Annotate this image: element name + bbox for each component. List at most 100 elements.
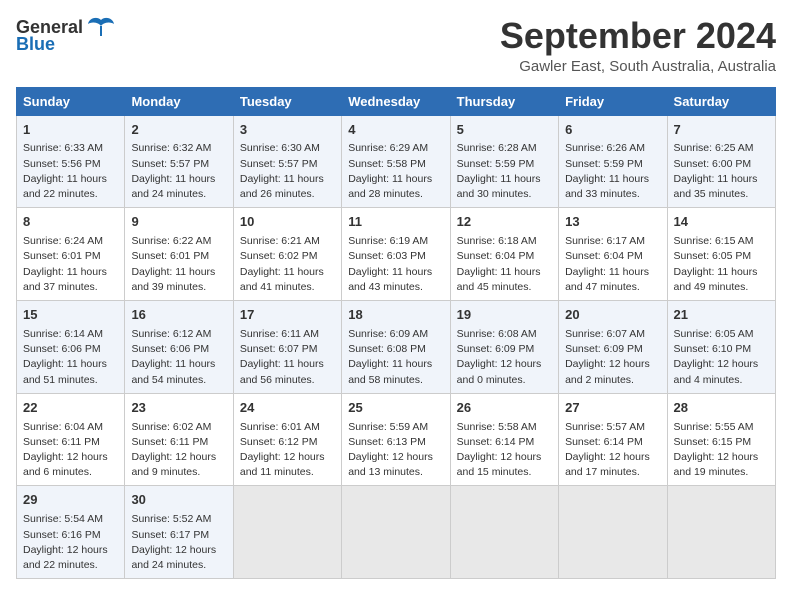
- sunset-text: Sunset: 6:03 PM: [348, 250, 426, 262]
- day-number: 12: [457, 213, 552, 232]
- calendar-cell: [559, 486, 667, 579]
- sunrise-text: Sunrise: 6:17 AM: [565, 235, 645, 247]
- sunset-text: Sunset: 6:09 PM: [457, 343, 535, 355]
- sunset-text: Sunset: 6:11 PM: [23, 436, 100, 448]
- day-number: 14: [674, 213, 769, 232]
- daylight-text: Daylight: 11 hours and 39 minutes.: [131, 266, 215, 293]
- sunset-text: Sunset: 6:08 PM: [348, 343, 426, 355]
- sunset-text: Sunset: 6:17 PM: [131, 529, 209, 541]
- day-number: 28: [674, 399, 769, 418]
- sunrise-text: Sunrise: 6:12 AM: [131, 328, 211, 340]
- daylight-text: Daylight: 11 hours and 41 minutes.: [240, 266, 324, 293]
- sunrise-text: Sunrise: 6:08 AM: [457, 328, 537, 340]
- daylight-text: Daylight: 12 hours and 24 minutes.: [131, 544, 216, 571]
- sunrise-text: Sunrise: 6:07 AM: [565, 328, 645, 340]
- col-header-sunday: Sunday: [17, 87, 125, 115]
- daylight-text: Daylight: 12 hours and 19 minutes.: [674, 451, 759, 478]
- sunrise-text: Sunrise: 5:52 AM: [131, 513, 211, 525]
- calendar-cell: 10Sunrise: 6:21 AMSunset: 6:02 PMDayligh…: [233, 208, 341, 301]
- logo-blue-text: Blue: [16, 34, 55, 55]
- sunrise-text: Sunrise: 6:22 AM: [131, 235, 211, 247]
- sunset-text: Sunset: 6:01 PM: [23, 250, 101, 262]
- day-number: 4: [348, 121, 443, 140]
- day-number: 6: [565, 121, 660, 140]
- calendar-subtitle: Gawler East, South Australia, Australia: [500, 58, 776, 75]
- sunrise-text: Sunrise: 6:30 AM: [240, 142, 320, 154]
- col-header-thursday: Thursday: [450, 87, 558, 115]
- daylight-text: Daylight: 11 hours and 30 minutes.: [457, 173, 541, 200]
- logo-bird-icon: [87, 16, 115, 38]
- sunrise-text: Sunrise: 6:26 AM: [565, 142, 645, 154]
- calendar-cell: 5Sunrise: 6:28 AMSunset: 5:59 PMDaylight…: [450, 115, 558, 208]
- calendar-cell: [450, 486, 558, 579]
- calendar-cell: [233, 486, 341, 579]
- sunset-text: Sunset: 6:01 PM: [131, 250, 209, 262]
- calendar-week-row: 8Sunrise: 6:24 AMSunset: 6:01 PMDaylight…: [17, 208, 776, 301]
- calendar-week-row: 1Sunrise: 6:33 AMSunset: 5:56 PMDaylight…: [17, 115, 776, 208]
- day-number: 7: [674, 121, 769, 140]
- calendar-cell: 1Sunrise: 6:33 AMSunset: 5:56 PMDaylight…: [17, 115, 125, 208]
- sunset-text: Sunset: 6:10 PM: [674, 343, 752, 355]
- day-number: 10: [240, 213, 335, 232]
- calendar-cell: 30 Sunrise: 5:52 AM Sunset: 6:17 PM Dayligh…: [125, 486, 233, 579]
- daylight-text: Daylight: 12 hours and 9 minutes.: [131, 451, 216, 478]
- calendar-cell: 6Sunrise: 6:26 AMSunset: 5:59 PMDaylight…: [559, 115, 667, 208]
- calendar-cell: 25Sunrise: 5:59 AMSunset: 6:13 PMDayligh…: [342, 393, 450, 486]
- sunrise-text: Sunrise: 5:58 AM: [457, 421, 537, 433]
- sunrise-text: Sunrise: 6:28 AM: [457, 142, 537, 154]
- day-number: 19: [457, 306, 552, 325]
- col-header-tuesday: Tuesday: [233, 87, 341, 115]
- day-number: 23: [131, 399, 226, 418]
- calendar-cell: 19Sunrise: 6:08 AMSunset: 6:09 PMDayligh…: [450, 301, 558, 394]
- day-number: 30: [131, 491, 226, 510]
- sunset-text: Sunset: 6:00 PM: [674, 158, 752, 170]
- calendar-cell: [342, 486, 450, 579]
- calendar-cell: 12 Sunrise: 6:18 AM Sunset: 6:04 PM Dayligh…: [450, 208, 558, 301]
- day-number: 25: [348, 399, 443, 418]
- day-number: 22: [23, 399, 118, 418]
- sunrise-text: Sunrise: 5:59 AM: [348, 421, 428, 433]
- day-number: 9: [131, 213, 226, 232]
- calendar-cell: 4Sunrise: 6:29 AMSunset: 5:58 PMDaylight…: [342, 115, 450, 208]
- calendar-cell: 22 Sunrise: 6:04 AM Sunset: 6:11 PM Dayligh…: [17, 393, 125, 486]
- daylight-text: Daylight: 12 hours and 15 minutes.: [457, 451, 542, 478]
- calendar-cell: 27Sunrise: 5:57 AMSunset: 6:14 PMDayligh…: [559, 393, 667, 486]
- daylight-text: Daylight: 12 hours and 17 minutes.: [565, 451, 650, 478]
- sunset-text: Sunset: 5:56 PM: [23, 158, 101, 170]
- calendar-cell: 17Sunrise: 6:11 AMSunset: 6:07 PMDayligh…: [233, 301, 341, 394]
- daylight-text: Daylight: 12 hours and 6 minutes.: [23, 451, 108, 478]
- sunrise-text: Sunrise: 6:19 AM: [348, 235, 428, 247]
- day-number: 3: [240, 121, 335, 140]
- calendar-cell: 11Sunrise: 6:19 AMSunset: 6:03 PMDayligh…: [342, 208, 450, 301]
- sunset-text: Sunset: 6:09 PM: [565, 343, 643, 355]
- calendar-cell: 20Sunrise: 6:07 AMSunset: 6:09 PMDayligh…: [559, 301, 667, 394]
- sunset-text: Sunset: 6:06 PM: [131, 343, 209, 355]
- calendar-week-row: 22 Sunrise: 6:04 AM Sunset: 6:11 PM Dayligh…: [17, 393, 776, 486]
- sunrise-text: Sunrise: 6:04 AM: [23, 421, 103, 433]
- day-number: 21: [674, 306, 769, 325]
- day-number: 20: [565, 306, 660, 325]
- daylight-text: Daylight: 11 hours and 24 minutes.: [131, 173, 215, 200]
- sunrise-text: Sunrise: 6:05 AM: [674, 328, 754, 340]
- calendar-cell: 18Sunrise: 6:09 AMSunset: 6:08 PMDayligh…: [342, 301, 450, 394]
- logo: General Blue: [16, 16, 115, 55]
- sunrise-text: Sunrise: 6:29 AM: [348, 142, 428, 154]
- daylight-text: Daylight: 11 hours and 45 minutes.: [457, 266, 541, 293]
- sunset-text: Sunset: 6:02 PM: [240, 250, 318, 262]
- calendar-cell: 3Sunrise: 6:30 AMSunset: 5:57 PMDaylight…: [233, 115, 341, 208]
- col-header-saturday: Saturday: [667, 87, 775, 115]
- day-number: 11: [348, 213, 443, 232]
- sunset-text: Sunset: 5:59 PM: [565, 158, 643, 170]
- daylight-text: Daylight: 11 hours and 54 minutes.: [131, 358, 215, 385]
- daylight-text: Daylight: 11 hours and 22 minutes.: [23, 173, 107, 200]
- sunrise-text: Sunrise: 5:55 AM: [674, 421, 754, 433]
- col-header-wednesday: Wednesday: [342, 87, 450, 115]
- sunrise-text: Sunrise: 5:57 AM: [565, 421, 645, 433]
- calendar-cell: 2Sunrise: 6:32 AMSunset: 5:57 PMDaylight…: [125, 115, 233, 208]
- title-section: September 2024 Gawler East, South Austra…: [500, 16, 776, 75]
- sunrise-text: Sunrise: 6:18 AM: [457, 235, 537, 247]
- calendar-cell: [667, 486, 775, 579]
- col-header-friday: Friday: [559, 87, 667, 115]
- calendar-header-row: SundayMondayTuesdayWednesdayThursdayFrid…: [17, 87, 776, 115]
- sunset-text: Sunset: 6:04 PM: [457, 250, 535, 262]
